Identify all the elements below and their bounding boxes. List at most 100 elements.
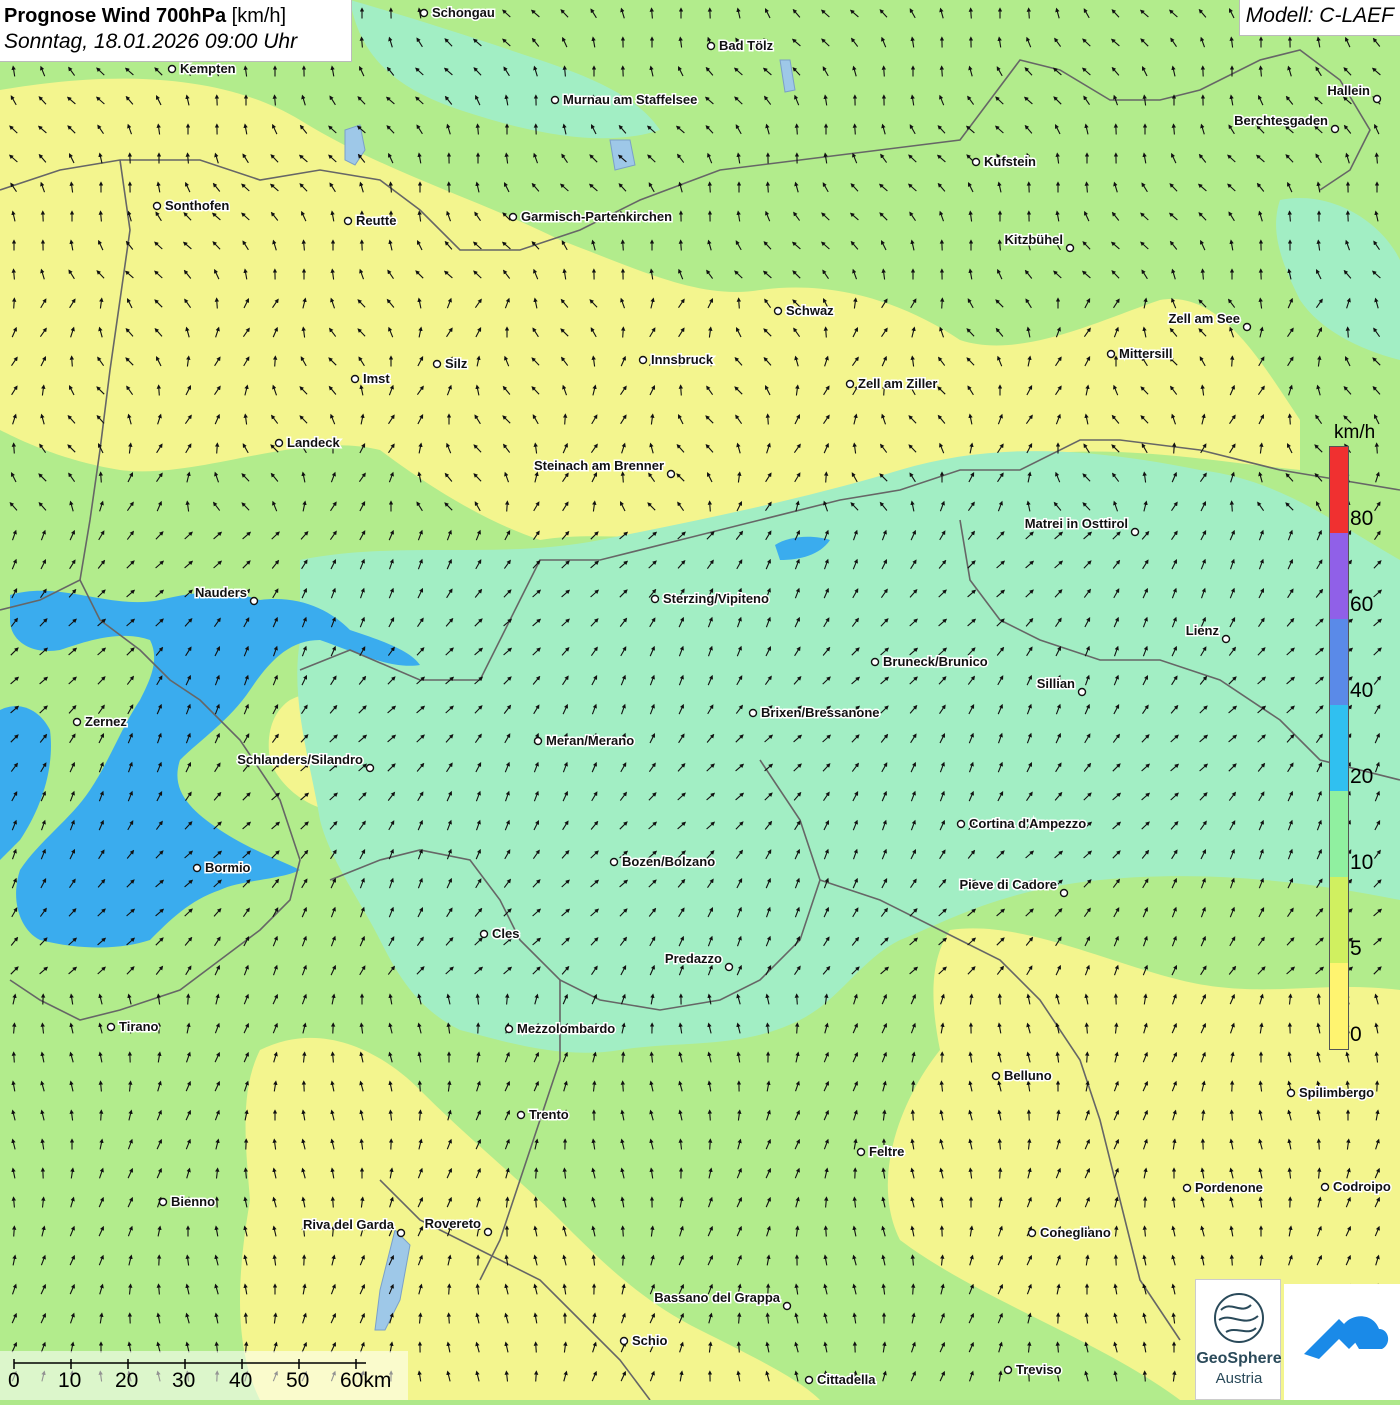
city-marker: Bruneck/Brunico <box>872 654 988 669</box>
city-dot-icon <box>518 1112 525 1119</box>
wind-arrow <box>565 416 566 425</box>
city-marker: Meran/Merano <box>535 733 635 748</box>
scale-label: 30 <box>172 1369 195 1393</box>
wind-map: SchongauBad TölzKemptenMurnau am Staffel… <box>0 0 1400 1400</box>
title-main-text: Prognose Wind 700hPa <box>4 5 226 27</box>
city-label: Lienz <box>1186 623 1220 638</box>
city-dot-icon <box>194 865 201 872</box>
city-label: Cittadella <box>817 1372 876 1387</box>
city-label: Schio <box>632 1333 667 1348</box>
wind-arrow <box>333 1199 334 1208</box>
city-dot-icon <box>958 821 965 828</box>
wind-arrow <box>942 68 943 77</box>
title-box: Prognose Wind 700hPa [km/h] Sonntag, 18.… <box>0 0 352 62</box>
legend-color-segment <box>1330 533 1348 619</box>
city-marker: Brixen/Bressanone <box>750 705 880 720</box>
legend-color-segment <box>1330 791 1348 877</box>
city-label: Silz <box>445 356 468 371</box>
city-dot-icon <box>621 1338 628 1345</box>
wind-arrow <box>1319 1141 1320 1150</box>
map-title: Prognose Wind 700hPa [km/h] <box>4 3 347 29</box>
wind-arrow <box>14 445 15 454</box>
wind-arrow <box>1232 503 1233 512</box>
city-marker: Spilimbergo <box>1288 1085 1375 1100</box>
city-label: Garmisch-Partenkirchen <box>521 209 672 224</box>
city-dot-icon <box>993 1073 1000 1080</box>
wind-arrow <box>536 1170 537 1179</box>
legend-color-segment <box>1330 877 1348 963</box>
wind-arrow <box>710 503 711 512</box>
wind-arrow <box>797 126 798 135</box>
city-label: Predazzo <box>665 951 722 966</box>
wind-arrow <box>449 1315 450 1324</box>
city-label: Riva del Garda <box>303 1217 395 1232</box>
scale-label: 0 <box>8 1369 20 1393</box>
weather-app-logo <box>1284 1284 1400 1400</box>
city-marker: Sterzing/Vipiteno <box>652 591 769 606</box>
city-label: Zernez <box>85 714 127 729</box>
scale-label: 40 <box>229 1369 252 1393</box>
wind-arrow <box>623 1054 624 1063</box>
legend-value-label: 10 <box>1350 851 1373 875</box>
city-label: Spilimbergo <box>1299 1085 1374 1100</box>
city-dot-icon <box>1029 1230 1036 1237</box>
wind-arrow <box>710 1141 711 1150</box>
geosphere-emblem-icon <box>1196 1280 1282 1350</box>
city-dot-icon <box>847 381 854 388</box>
city-label: Berchtesgaden <box>1234 113 1328 128</box>
legend-color-segment <box>1330 705 1348 791</box>
legend-value-label: 5 <box>1350 937 1362 961</box>
city-dot-icon <box>726 964 733 971</box>
wind-arrow <box>826 474 827 483</box>
wind-arrow <box>14 1054 15 1063</box>
city-dot-icon <box>750 710 757 717</box>
wind-arrow <box>739 300 740 309</box>
city-dot-icon <box>154 203 161 210</box>
wind-arrow <box>159 387 160 396</box>
wind-arrow <box>797 1025 798 1034</box>
city-dot-icon <box>160 1199 167 1206</box>
wind-arrow <box>1290 416 1291 425</box>
city-dot-icon <box>1132 529 1139 536</box>
city-label: Kufstein <box>984 154 1036 169</box>
city-dot-icon <box>784 1303 791 1310</box>
city-dot-icon <box>74 719 81 726</box>
city-dot-icon <box>398 1230 405 1237</box>
city-dot-icon <box>652 596 659 603</box>
wind-arrow <box>1145 1373 1146 1382</box>
legend-value-label: 40 <box>1350 679 1373 703</box>
wind-arrow <box>768 184 769 193</box>
city-label: Cles <box>492 926 519 941</box>
wind-arrow <box>942 300 943 309</box>
city-marker: Cortina d'Ampezzo <box>958 816 1087 831</box>
wind-arrow <box>14 300 15 309</box>
wind-arrow <box>681 387 682 396</box>
wind-arrow <box>623 474 624 483</box>
legend-color-segment <box>1330 963 1348 1049</box>
city-label: Sonthofen <box>165 198 229 213</box>
wind-arrow <box>101 1112 102 1121</box>
city-label: Murnau am Staffelsee <box>563 92 697 107</box>
city-marker: Schongau <box>421 5 495 20</box>
wind-arrow <box>507 503 508 512</box>
wind-arrow <box>536 1199 537 1208</box>
wind-arrow <box>14 1228 15 1237</box>
city-dot-icon <box>552 97 559 104</box>
city-dot-icon <box>485 1229 492 1236</box>
forecast-date: Sonntag, 18.01.2026 09:00 Uhr <box>4 29 347 55</box>
wind-arrow <box>1232 1257 1233 1266</box>
city-dot-icon <box>421 10 428 17</box>
city-label: Conegliano <box>1040 1225 1111 1240</box>
city-dot-icon <box>169 66 176 73</box>
city-label: Matrei in Osttirol <box>1025 516 1128 531</box>
city-dot-icon <box>806 1377 813 1384</box>
city-dot-icon <box>1005 1367 1012 1374</box>
city-dot-icon <box>108 1024 115 1031</box>
city-dot-icon <box>1332 126 1339 133</box>
logo-country: Austria <box>1196 1370 1282 1387</box>
city-dot-icon <box>858 1149 865 1156</box>
wind-arrow <box>1000 996 1001 1005</box>
city-label: Feltre <box>869 1144 904 1159</box>
city-dot-icon <box>1067 245 1074 252</box>
wind-arrow <box>1348 329 1349 338</box>
